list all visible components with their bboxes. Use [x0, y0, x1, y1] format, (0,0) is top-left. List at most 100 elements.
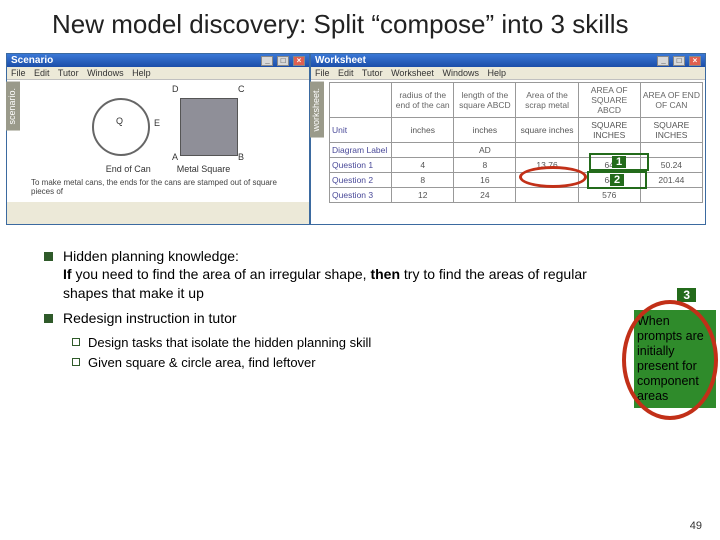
close-icon[interactable]: × — [689, 56, 701, 66]
menu-edit[interactable]: Edit — [34, 68, 50, 78]
cell — [516, 187, 578, 202]
callout-3: 3 — [677, 288, 696, 302]
bullet-icon — [44, 252, 53, 261]
cell: 201.44 — [640, 172, 702, 187]
window-buttons: _ □ × — [260, 55, 305, 66]
cell: inches — [392, 117, 454, 142]
col-hdr — [330, 82, 392, 117]
menu-windows[interactable]: Windows — [442, 68, 479, 78]
diagram: E Q D C A B — [11, 84, 305, 160]
minimize-icon[interactable]: _ — [261, 56, 273, 66]
sub-bullet-1-text: Design tasks that isolate the hidden pla… — [88, 334, 371, 352]
titlebar-scenario: Scenario _ □ × — [7, 54, 309, 67]
callout-2: 2 — [587, 171, 647, 189]
maximize-icon[interactable]: □ — [277, 56, 289, 66]
cell: square inches — [516, 117, 578, 142]
cell: 12 — [392, 187, 454, 202]
label-q: Q — [116, 116, 123, 126]
label-end-of-can: End of Can — [106, 164, 151, 174]
menu-windows[interactable]: Windows — [87, 68, 124, 78]
app-screenshots: scenario. Scenario _ □ × File Edit Tutor… — [0, 53, 720, 225]
scenario-caption: To make metal cans, the ends for the can… — [11, 176, 305, 198]
cell: 16 — [454, 172, 516, 187]
maximize-icon[interactable]: □ — [673, 56, 685, 66]
table-row: Question 3 12 24 576 — [330, 187, 703, 202]
window-worksheet: worksheet. Worksheet _ □ × File Edit Tut… — [310, 53, 706, 225]
sub-bullet-icon — [72, 358, 80, 366]
cell — [640, 187, 702, 202]
cell — [640, 142, 702, 157]
close-icon[interactable]: × — [293, 56, 305, 66]
window-scenario: scenario. Scenario _ □ × File Edit Tutor… — [6, 53, 310, 225]
bullet-1: Hidden planning knowledge: If you need t… — [44, 247, 600, 304]
sub-bullet-1: Design tasks that isolate the hidden pla… — [72, 334, 600, 352]
cell: 24 — [454, 187, 516, 202]
menu-edit[interactable]: Edit — [338, 68, 354, 78]
label-e: E — [154, 118, 160, 128]
sub-bullet-2: Given square & circle area, find leftove… — [72, 354, 600, 372]
label-a: A — [172, 152, 178, 162]
cell: 4 — [392, 157, 454, 172]
menu-tutor[interactable]: Tutor — [58, 68, 79, 78]
bullet-2-text: Redesign instruction in tutor — [63, 309, 237, 328]
menu-file[interactable]: File — [315, 68, 330, 78]
sub-bullet-2-text: Given square & circle area, find leftove… — [88, 354, 316, 372]
cell: 50.24 — [640, 157, 702, 172]
square-shape — [180, 98, 238, 156]
menubar-worksheet: File Edit Tutor Worksheet Windows Help — [311, 67, 705, 80]
col-hdr: AREA OF SQUARE ABCD — [578, 82, 640, 117]
highlight-oval-scrap — [519, 166, 587, 188]
then-bold: then — [370, 266, 400, 282]
titlebar-worksheet: Worksheet _ □ × — [311, 54, 705, 67]
col-hdr: AREA OF END OF CAN — [640, 82, 702, 117]
cell — [516, 142, 578, 157]
cell: 576 — [578, 187, 640, 202]
label-b: B — [238, 152, 244, 162]
cell: SQUARE INCHES — [640, 117, 702, 142]
titlebar-text: Scenario — [11, 55, 53, 66]
table-row: Unit inches inches square inches SQUARE … — [330, 117, 703, 142]
col-hdr: length of the square ABCD — [454, 82, 516, 117]
titlebar-text: Worksheet — [315, 55, 366, 66]
page-number: 49 — [690, 520, 702, 532]
cell: 8 — [392, 172, 454, 187]
row-hdr: Question 1 — [330, 157, 392, 172]
sub-bullet-icon — [72, 338, 80, 346]
menubar-scenario: File Edit Tutor Windows Help — [7, 67, 309, 80]
row-hdr: Diagram Label — [330, 142, 392, 157]
circle-shape — [92, 98, 150, 156]
cell: 8 — [454, 157, 516, 172]
row-hdr: Question 2 — [330, 172, 392, 187]
cell: inches — [454, 117, 516, 142]
table-row: radius of the end of the can length of t… — [330, 82, 703, 117]
slide-title: New model discovery: Split “compose” int… — [0, 0, 720, 53]
sidebar-tab-scenario: scenario. — [6, 82, 20, 131]
sub-bullets: Design tasks that isolate the hidden pla… — [44, 334, 600, 371]
bullet-1-line2: you need to find the area of an irregula… — [75, 266, 370, 282]
worksheet-body: radius of the end of the can length of t… — [311, 80, 705, 224]
label-metal-square: Metal Square — [177, 164, 231, 174]
label-c: C — [238, 84, 245, 94]
row-hdr: Unit — [330, 117, 392, 142]
highlight-oval-greenbox — [622, 300, 718, 420]
window-buttons: _ □ × — [656, 55, 701, 66]
col-hdr: Area of the scrap metal — [516, 82, 578, 117]
menu-help[interactable]: Help — [132, 68, 151, 78]
bullet-2: Redesign instruction in tutor — [44, 309, 600, 328]
sidebar-tab-worksheet: worksheet. — [310, 82, 324, 138]
scenario-body: E Q D C A B End of Can Metal Square To m… — [7, 80, 309, 202]
cell: SQUARE INCHES — [578, 117, 640, 142]
menu-file[interactable]: File — [11, 68, 26, 78]
minimize-icon[interactable]: _ — [657, 56, 669, 66]
label-d: D — [172, 84, 179, 94]
menu-help[interactable]: Help — [487, 68, 506, 78]
if-bold: If — [63, 266, 72, 282]
row-hdr: Question 3 — [330, 187, 392, 202]
cell — [392, 142, 454, 157]
callout-1: 1 — [589, 153, 649, 171]
menu-tutor[interactable]: Tutor — [362, 68, 383, 78]
menu-worksheet[interactable]: Worksheet — [391, 68, 434, 78]
cell: AD — [454, 142, 516, 157]
bullet-area: Hidden planning knowledge: If you need t… — [0, 225, 720, 372]
col-hdr: radius of the end of the can — [392, 82, 454, 117]
